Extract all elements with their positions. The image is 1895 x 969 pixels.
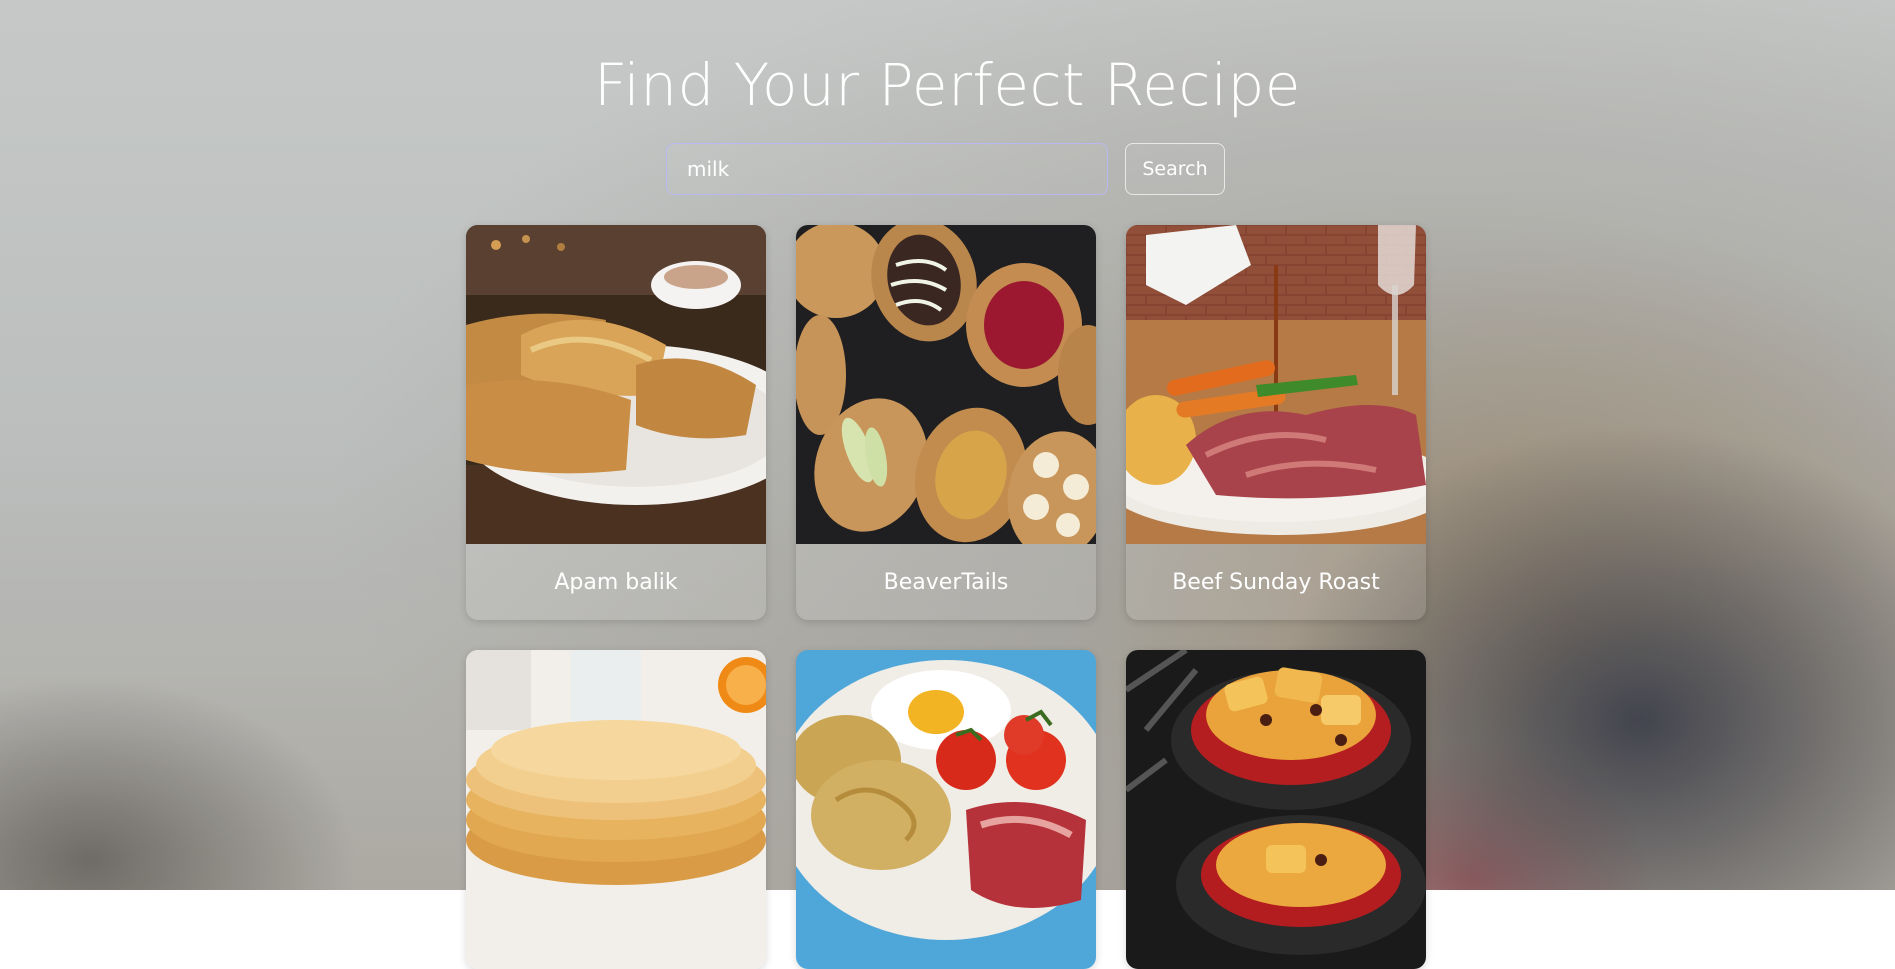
- bread-pudding-photo: [1126, 650, 1426, 969]
- recipe-card[interactable]: [1126, 650, 1426, 969]
- beavertails-photo: [796, 225, 1096, 544]
- pancakes-photo: [466, 650, 766, 969]
- recipe-name: BeaverTails: [883, 569, 1009, 595]
- recipe-card[interactable]: [796, 650, 1096, 969]
- recipe-card[interactable]: BeaverTails: [796, 225, 1096, 620]
- recipe-card[interactable]: Beef Sunday Roast: [1126, 225, 1426, 620]
- recipe-card[interactable]: [466, 650, 766, 969]
- recipe-name: Beef Sunday Roast: [1172, 569, 1380, 595]
- page-title: Find Your Perfect Recipe: [593, 51, 1301, 119]
- apam-balik-photo: [466, 225, 766, 544]
- search-button[interactable]: Search: [1125, 143, 1225, 195]
- page: Find Your Perfect Recipe Search: [0, 0, 1895, 969]
- breakfast-photo: [796, 650, 1096, 969]
- recipe-card[interactable]: Apam balik: [466, 225, 766, 620]
- beef-roast-photo: [1126, 225, 1426, 544]
- search-input[interactable]: [666, 143, 1108, 195]
- recipe-name: Apam balik: [554, 569, 678, 595]
